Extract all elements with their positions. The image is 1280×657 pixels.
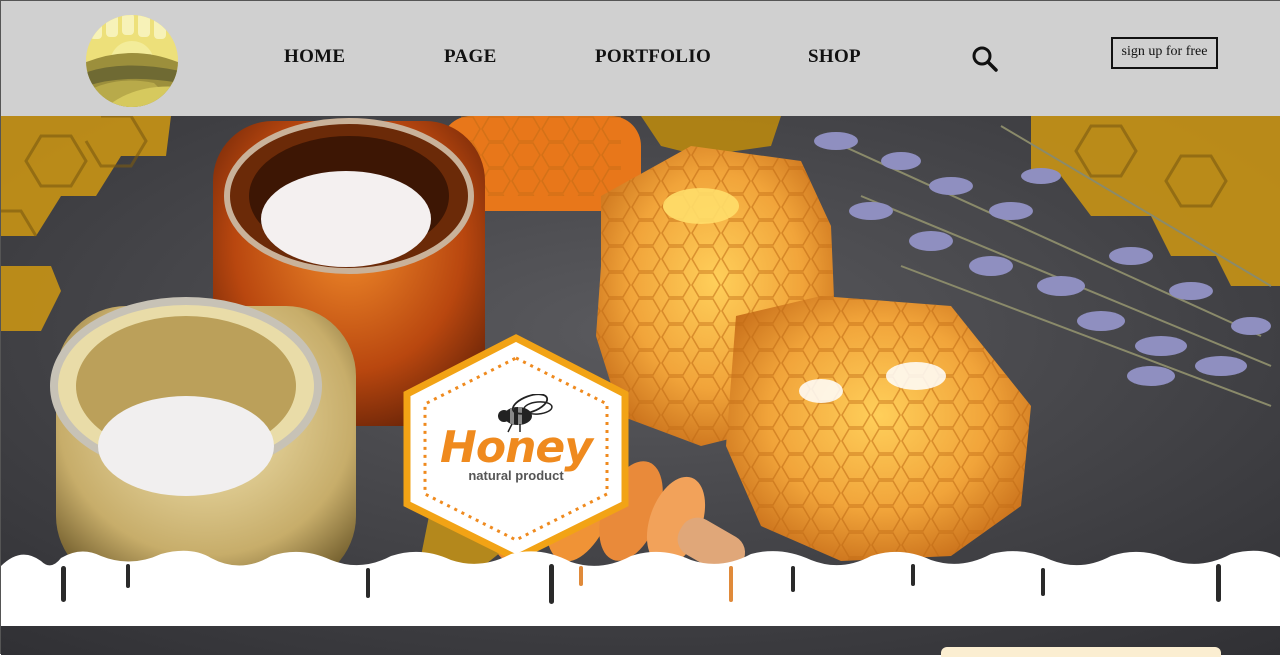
hero-banner: Honey natural product: [1, 116, 1280, 655]
farm-sun-logo[interactable]: [84, 13, 180, 109]
search-icon[interactable]: [971, 45, 999, 73]
nav-shop[interactable]: SHOP: [808, 46, 861, 68]
honey-drip-edge: [1, 550, 1280, 626]
nav-portfolio[interactable]: PORTFOLIO: [595, 46, 711, 68]
nav-page[interactable]: PAGE: [444, 46, 497, 68]
bottom-decoration: [941, 647, 1221, 657]
honey-badge: Honey natural product: [401, 334, 631, 562]
badge-title: Honey: [440, 422, 593, 473]
signup-button[interactable]: sign up for free: [1111, 37, 1218, 69]
badge-subtitle: natural product: [468, 468, 564, 483]
site-header: HOME PAGE PORTFOLIO SHOP sign up for fre…: [1, 1, 1280, 117]
nav-home[interactable]: HOME: [284, 46, 345, 68]
